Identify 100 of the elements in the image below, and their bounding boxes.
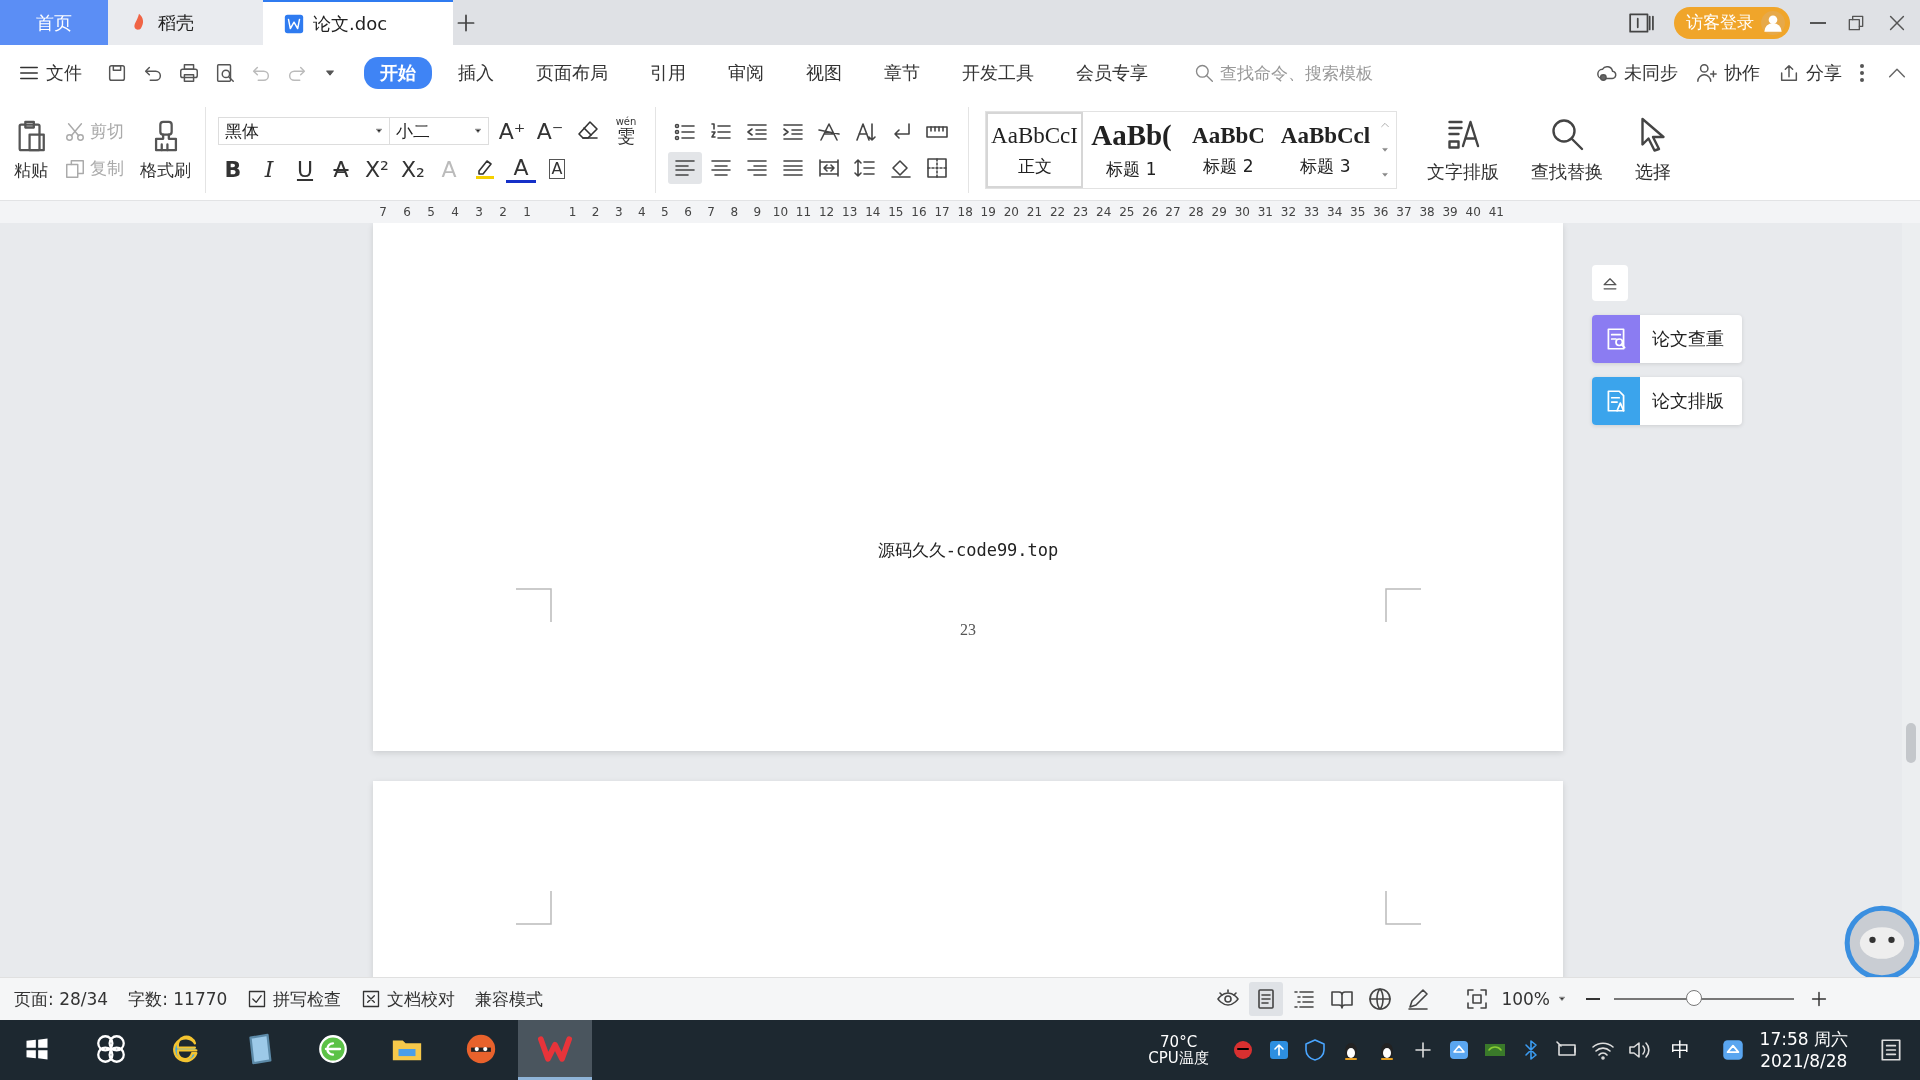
view-mode-button[interactable] [1249, 982, 1284, 1016]
ruler-number: 6 [402, 205, 412, 219]
ruler-number: 15 [887, 205, 905, 219]
ruler-number: 36 [1372, 205, 1390, 219]
zoom-dropdown[interactable]: 100% [1501, 989, 1568, 1009]
proofread-button[interactable]: 文档校对 [361, 987, 456, 1011]
ruler-number: 40 [1464, 205, 1482, 219]
panel-button[interactable]: 论文排版 [1592, 377, 1742, 425]
ruler-number: 19 [979, 205, 997, 219]
ruler-number: 10 [771, 205, 790, 219]
ruler-number: 27 [1164, 205, 1182, 219]
ruler-number: 39 [1441, 205, 1459, 219]
ruler-number: 34 [1326, 205, 1344, 219]
line-spacing-icon [853, 156, 877, 180]
style-option[interactable]: AaBbC 标题 2 [1180, 112, 1277, 188]
ruler-number: 18 [956, 205, 974, 219]
window-tab[interactable]: 论文.doc [263, 0, 453, 45]
ruler-number: 14 [864, 205, 882, 219]
paragraph-button[interactable] [668, 152, 702, 184]
ruler-number: 5 [426, 205, 436, 219]
ruler-number: 4 [450, 205, 460, 219]
checkbox-icon [247, 989, 268, 1009]
ribbon-tab[interactable]: 章节 [868, 56, 936, 89]
search-icon [1194, 62, 1214, 83]
format-button[interactable]: X² [362, 154, 392, 184]
ruler-number: 8 [729, 205, 739, 219]
file-menu[interactable]: 文件 [18, 60, 82, 85]
input-method-indicator[interactable]: 中 [1670, 1037, 1690, 1063]
text-layout-button[interactable]: 文字排版 [1427, 116, 1499, 184]
share-button[interactable]: 分享 [1778, 60, 1842, 85]
ribbon-tab[interactable]: 审阅 [712, 56, 780, 89]
ruler-number: 7 [706, 205, 716, 219]
copy-icon [64, 157, 86, 180]
sync-button[interactable]: 未同步 [1596, 60, 1678, 85]
distribute-icon [817, 156, 841, 180]
collab-button[interactable]: 协作 [1696, 60, 1760, 85]
format-button[interactable]: B [218, 154, 248, 184]
style-option[interactable]: AaBb( 标题 1 [1083, 112, 1180, 188]
ruler-number: 38 [1418, 205, 1436, 219]
ribbon-tab[interactable]: 视图 [790, 56, 858, 89]
window-tab[interactable]: 稻壳 [108, 0, 263, 45]
style-option[interactable]: AaBbCcl 标题 3 [1277, 112, 1374, 188]
ribbon-tab[interactable]: 页面布局 [520, 56, 624, 89]
clock[interactable]: 17:58 周六 2021/8/28 [1759, 1027, 1848, 1073]
ribbon-tab[interactable]: 开始 [364, 56, 432, 89]
compat-mode-label: 兼容模式 [475, 987, 544, 1011]
cross-box-icon [361, 989, 382, 1009]
style-option[interactable]: AaBbCcI 正文 [986, 112, 1083, 188]
ribbon-tab[interactable]: 插入 [442, 56, 510, 89]
more-icon [1860, 63, 1864, 82]
format-button[interactable]: U [290, 154, 320, 184]
format-button[interactable]: I [254, 154, 284, 184]
find-replace-button[interactable]: 查找替换 [1531, 116, 1603, 184]
ruler-number: 2 [498, 205, 508, 219]
ruler-number: 13 [841, 205, 859, 219]
ruler-number: 20 [1002, 205, 1020, 219]
panel-button[interactable]: 论文查重 [1592, 315, 1742, 363]
ruler-number: 3 [613, 205, 624, 219]
ribbon-tab[interactable]: 会员专享 [1060, 56, 1164, 89]
ruler-number: 35 [1349, 205, 1367, 219]
font-family-dropdown[interactable]: 黑体 [218, 117, 390, 145]
ruler-number: 4 [637, 205, 647, 219]
format-button[interactable]: A [506, 155, 536, 183]
scissors-icon [64, 120, 86, 143]
ruler-number: 23 [1071, 205, 1090, 219]
ruler-number: 37 [1395, 205, 1413, 219]
ruler-number: 41 [1487, 205, 1505, 219]
crop-mark [1385, 588, 1421, 622]
highlighter-icon [473, 157, 497, 181]
paste-button[interactable]: 粘贴 [14, 118, 48, 182]
scrollbar[interactable] [1902, 223, 1920, 977]
format-button[interactable]: A [326, 154, 356, 184]
select-button[interactable]: 选择 [1635, 116, 1671, 184]
format-painter-button[interactable]: 格式刷 [140, 118, 191, 182]
spell-check-button[interactable]: 拼写检查 [247, 987, 342, 1011]
ribbon-tab[interactable]: 开发工具 [946, 56, 1050, 89]
person-add-icon [1696, 61, 1718, 84]
page-count: 页面: 28/34 [14, 987, 109, 1011]
pen-icon [1406, 987, 1431, 1011]
format-button[interactable]: A [542, 154, 572, 184]
ribbon-tab[interactable]: 引用 [634, 56, 702, 89]
footer-text: 源码久久-code99.top [877, 539, 1059, 562]
shrink-font-button[interactable]: A⁻ [535, 116, 565, 146]
ruler-number: 12 [817, 205, 836, 219]
command-search-field[interactable]: 查找命令、搜索模板 [1194, 61, 1412, 84]
ruler-number: 11 [794, 205, 813, 219]
grow-font-button[interactable]: A⁺ [497, 116, 527, 146]
font-size-dropdown[interactable]: 小二 [389, 117, 489, 145]
ruler-number: 6 [683, 205, 693, 219]
phonetic-guide-button[interactable]: wén 雯 [611, 116, 641, 146]
ruler-number: 29 [1210, 205, 1228, 219]
ruler-number: 16 [910, 205, 928, 219]
collapse-panel-button[interactable] [1592, 265, 1628, 301]
scroll-down-icon [1380, 145, 1390, 155]
ruler-number: 17 [933, 205, 951, 219]
text-direction-icon [817, 120, 841, 144]
format-button[interactable]: X₂ [398, 154, 428, 184]
ruler-number: 32 [1279, 205, 1298, 219]
cpu-temperature-widget[interactable]: 70°C CPU温度 [1138, 1020, 1219, 1080]
avatar-icon [1760, 9, 1786, 36]
